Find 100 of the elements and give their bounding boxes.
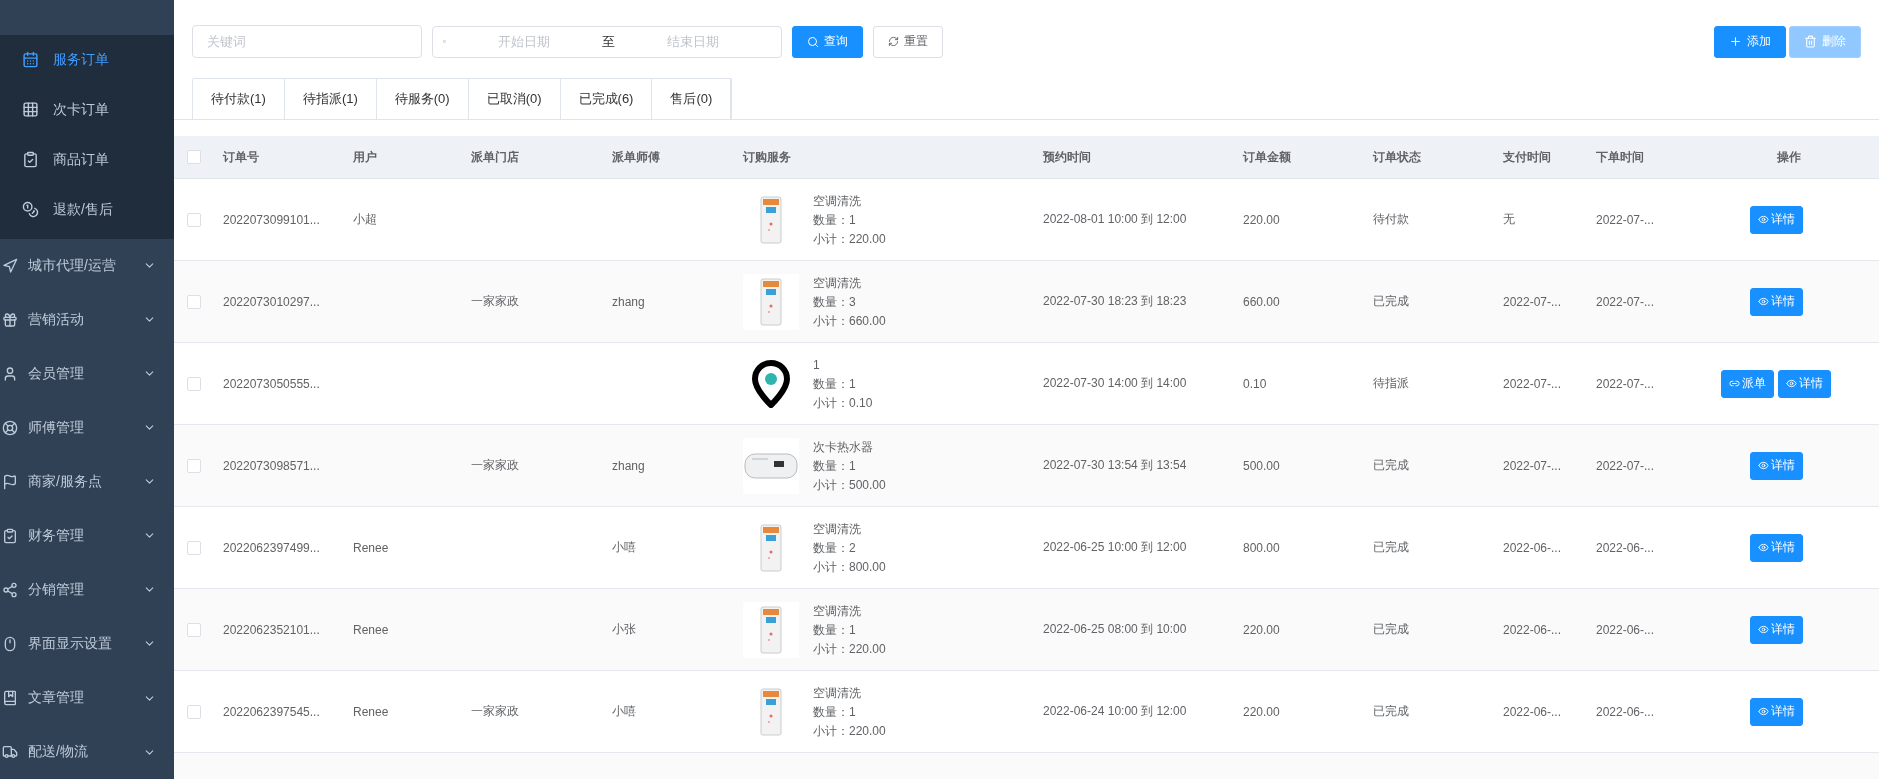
table-cell: 小嘻 — [612, 704, 636, 718]
table-cell-text: 待付款 — [1372, 211, 1410, 228]
table-cell-text: 已完成 — [1372, 703, 1410, 720]
table-cell-text: 2022-08-01 10:00 到 12:00 — [1042, 211, 1188, 228]
column-header: 派单门店 — [470, 148, 520, 166]
quantity-text: 数量：2 — [813, 540, 857, 555]
sidebar-item[interactable]: 次卡订单 — [0, 84, 174, 135]
table-cell-text: 已完成 — [1372, 457, 1410, 474]
column-header: 派单师傅 — [611, 148, 661, 166]
sidebar-item[interactable]: 界面显示设置 — [0, 616, 174, 671]
table-cell-text: 2022-06-24 10:00 到 12:00 — [1042, 703, 1188, 720]
subtotal-text: 小计：220.00 — [813, 641, 886, 656]
row-checkbox[interactable] — [187, 622, 201, 637]
plus-icon — [1729, 35, 1742, 48]
sidebar-item[interactable]: 财务管理 — [0, 508, 174, 563]
eye-icon — [1757, 214, 1769, 225]
column-header: 订单号 — [221, 148, 260, 166]
table-cell-text: 2022-07-... — [1595, 376, 1656, 391]
table-cell: Renee — [353, 540, 389, 555]
row-checkbox[interactable] — [187, 540, 201, 555]
column-header: 下单时间 — [1595, 148, 1645, 166]
table-cell-text: 2022-06-... — [1595, 622, 1656, 637]
eye-icon — [1757, 460, 1769, 471]
sidebar-item[interactable]: 城市代理/运营 — [0, 238, 174, 293]
flag-icon — [2, 473, 18, 490]
search-icon — [807, 35, 819, 48]
table-cell-text: 0.10 — [1242, 376, 1268, 391]
row-checkbox[interactable] — [187, 704, 201, 719]
table-cell-text: 2022062397545... — [222, 704, 321, 719]
air-conditioner-image — [743, 273, 799, 330]
keyword-input[interactable]: 关键词 — [192, 25, 422, 58]
table-cell-text: 2022062397499... — [222, 540, 321, 555]
table-cell: Renee — [353, 622, 389, 637]
clipboard-check-icon — [22, 151, 39, 169]
reset-button[interactable]: 重置 — [873, 25, 943, 58]
column-header: 订单状态 — [1371, 148, 1422, 166]
quantity-text: 数量：1 — [813, 622, 857, 637]
column-header: 用户 — [352, 148, 378, 166]
sidebar-item[interactable]: 配送/物流 — [0, 725, 174, 779]
book-icon — [2, 690, 18, 706]
sidebar-item[interactable]: 商家/服务点 — [0, 454, 174, 509]
table-cell-text: 2022-06-... — [1502, 704, 1563, 719]
coins-icon — [22, 201, 39, 219]
subtotal-text: 小计：500.00 — [813, 477, 886, 492]
table-cell-text: 2022-07-... — [1595, 212, 1656, 227]
select-all-checkbox[interactable] — [187, 150, 201, 164]
table-cell-text: 2022073098571... — [222, 458, 321, 473]
table-cell-text: 800.00 — [1242, 540, 1281, 555]
water-heater-image — [743, 437, 799, 494]
subtotal-text: 小计：220.00 — [813, 723, 886, 738]
sidebar-item[interactable]: 退款/售后 — [0, 184, 174, 235]
column-header: 预约时间 — [1042, 148, 1092, 166]
quantity-text: 数量：1 — [813, 376, 857, 391]
table-cell-text: 2022-07-... — [1502, 294, 1563, 309]
quantity-text: 数量：3 — [813, 294, 857, 309]
eye-icon — [1757, 542, 1769, 553]
row-checkbox[interactable] — [187, 212, 201, 227]
row-checkbox[interactable] — [187, 458, 201, 473]
share-icon — [2, 581, 18, 598]
service-name: 空调清洗 — [813, 275, 862, 290]
sidebar-item[interactable]: 营销活动 — [0, 292, 174, 347]
table-cell: 一家家政 — [471, 704, 519, 718]
status-tab[interactable]: 待付款(1) — [193, 79, 285, 119]
sidebar-item[interactable]: 会员管理 — [0, 346, 174, 401]
table-cell-text: 2022073010297... — [222, 294, 321, 309]
sidebar-item[interactable]: 师傅管理 — [0, 400, 174, 455]
row-checkbox[interactable] — [187, 376, 201, 391]
air-conditioner-image — [743, 601, 799, 658]
service-name: 空调清洗 — [813, 685, 862, 700]
mouse-icon — [2, 635, 18, 652]
subtotal-text: 小计：0.10 — [813, 395, 873, 410]
service-name: 空调清洗 — [813, 521, 862, 536]
eye-icon — [1786, 378, 1797, 389]
table-cell: 一家家政 — [471, 458, 519, 472]
table-cell: zhang — [612, 458, 645, 473]
sidebar-item[interactable]: 商品订单 — [0, 134, 174, 185]
table-cell-text: 220.00 — [1242, 704, 1281, 719]
clipboard-check-icon — [2, 527, 18, 544]
sidebar-item[interactable]: 分销管理 — [0, 562, 174, 617]
sidebar-item[interactable]: 文章管理 — [0, 671, 174, 725]
row-checkbox[interactable] — [187, 294, 201, 309]
sidebar-item[interactable]: 服务订单 — [0, 34, 174, 85]
table-cell: 一家家政 — [471, 294, 519, 308]
table-cell-text: 2022-07-30 18:23 到 18:23 — [1042, 293, 1188, 310]
table-cell: Renee — [353, 704, 389, 719]
date-range-picker[interactable]: 开始日期 至 结束日期 — [432, 25, 782, 58]
gift-icon — [2, 311, 18, 328]
table-cell-text: 2022-06-... — [1502, 622, 1563, 637]
trash-icon — [1804, 35, 1817, 48]
table-cell-text: 2022-07-... — [1502, 376, 1563, 391]
user-icon — [2, 365, 18, 382]
eye-icon — [1757, 624, 1769, 635]
column-header: 支付时间 — [1502, 148, 1552, 166]
table-cell-text: 待指派 — [1372, 375, 1410, 392]
table-cell: zhang — [612, 294, 645, 309]
truck-icon — [2, 744, 18, 761]
service-name: 空调清洗 — [813, 193, 862, 208]
eye-icon — [1757, 706, 1769, 717]
eye-icon — [1757, 296, 1769, 307]
table-cell-text: 已完成 — [1372, 621, 1410, 638]
